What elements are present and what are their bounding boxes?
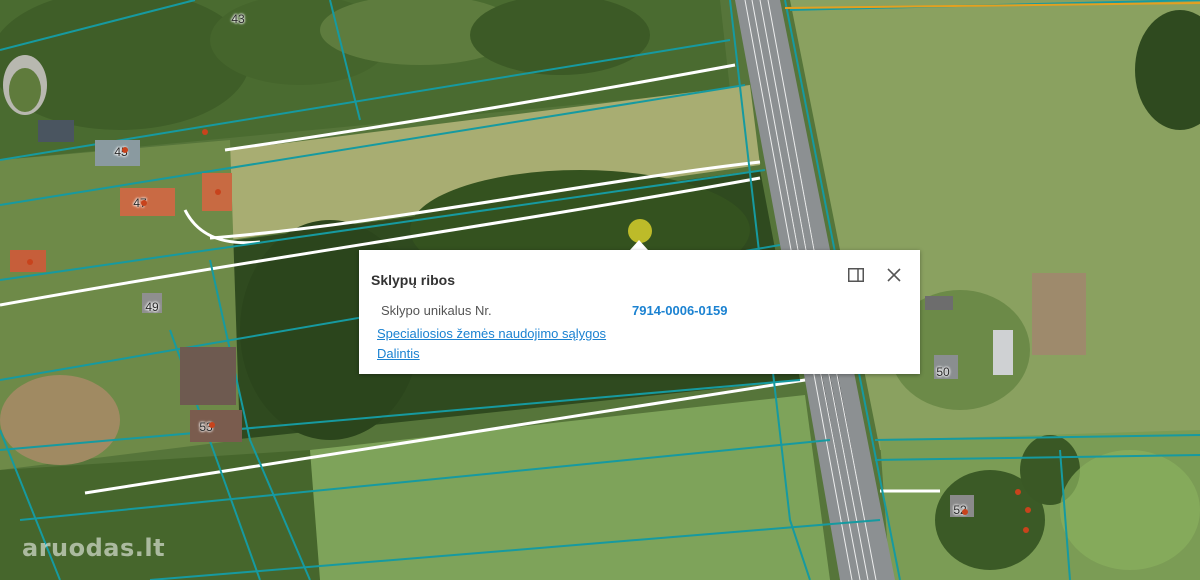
building-marker[interactable] [141, 200, 147, 206]
close-icon[interactable] [883, 264, 905, 286]
share-link[interactable]: Dalintis [377, 346, 420, 361]
building-marker[interactable] [122, 147, 128, 153]
building-marker[interactable] [202, 129, 208, 135]
site-watermark: aruodas.lt [22, 534, 166, 562]
address-label-49: 49 [145, 300, 159, 314]
parcel-id-label: Sklypo unikalus Nr. [381, 303, 492, 318]
building-marker[interactable] [209, 422, 215, 428]
parcel-id-value: 7914-0006-0159 [632, 303, 728, 318]
parcel-info-popup: Sklypų ribos Sklypo unikalus Nr. 7914-00… [359, 250, 920, 374]
popup-title: Sklypų ribos [371, 272, 456, 288]
special-land-use-link[interactable]: Specialiosios žemės naudojimo sąlygos [377, 326, 606, 341]
address-label-43: 43 [231, 12, 245, 26]
popup-pointer [630, 240, 648, 250]
building-marker[interactable] [1023, 527, 1029, 533]
building-marker[interactable] [1025, 507, 1031, 513]
building-marker[interactable] [27, 259, 33, 265]
dock-panel-icon[interactable] [845, 264, 867, 286]
building-marker[interactable] [1015, 489, 1021, 495]
address-label-50: 50 [936, 365, 950, 379]
map-view[interactable]: 43 45 47 49 53 50 52 Sklypų ribos Sklypo… [0, 0, 1200, 580]
building-marker[interactable] [962, 509, 968, 515]
building-marker[interactable] [215, 189, 221, 195]
